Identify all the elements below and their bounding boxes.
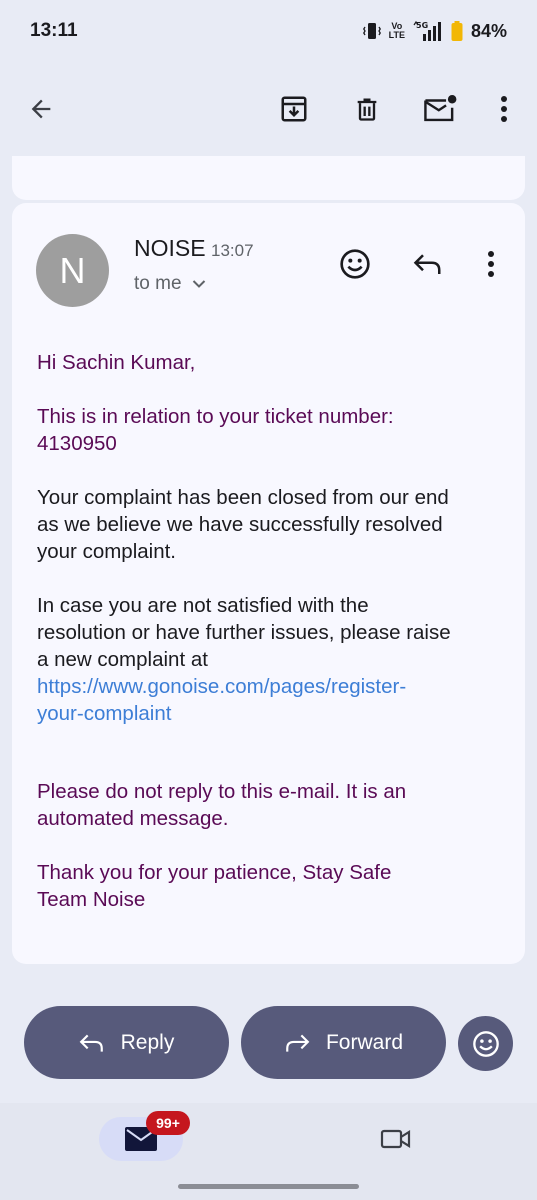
closed-line-3: your complaint. <box>37 540 177 563</box>
complaint-link[interactable]: https://www.gonoise.com/pages/register- … <box>37 673 507 727</box>
archive-button[interactable] <box>270 80 318 138</box>
delete-icon <box>357 98 377 121</box>
chevron-down-icon <box>192 280 205 288</box>
status-icons: Vo LTE 5G 84% <box>362 20 507 42</box>
video-camera-icon <box>380 1129 411 1149</box>
noreply-line-1: Please do not reply to this e-mail. It i… <box>37 780 407 803</box>
avatar[interactable]: N <box>36 234 109 307</box>
ticket-number: 4130950 <box>37 432 117 455</box>
ticket-paragraph: This is in relation to your ticket numbe… <box>37 403 507 457</box>
message-card: N NOISE 13:07 to me Hi Sachin Kumar, Thi… <box>12 203 525 964</box>
svg-text:5G: 5G <box>416 21 428 30</box>
case-line-3: a new complaint at <box>37 648 208 671</box>
signature-line: Team Noise <box>37 888 146 911</box>
more-options-button[interactable] <box>480 80 528 138</box>
signoff-paragraph: Thank you for your patience, Stay Safe T… <box>37 859 507 913</box>
greeting-text: Hi Sachin Kumar, <box>37 351 196 374</box>
battery-icon <box>451 21 463 41</box>
sender-name: NOISE <box>134 235 206 261</box>
recipient-label: to me <box>134 273 182 294</box>
delete-button[interactable] <box>343 80 391 138</box>
noreply-line-2: automated message. <box>37 807 229 830</box>
more-vert-icon <box>501 96 507 122</box>
volte-indicator: Vo LTE <box>388 21 405 40</box>
reply-icon <box>413 254 441 274</box>
gesture-handle <box>178 1184 359 1189</box>
app-bar <box>0 80 537 138</box>
back-arrow-icon <box>31 99 51 119</box>
add-reaction-button[interactable] <box>333 242 377 286</box>
back-button[interactable] <box>17 80 65 138</box>
previous-message-card[interactable] <box>12 156 525 200</box>
unread-count-badge: 99+ <box>146 1111 190 1135</box>
closed-line-1: Your complaint has been closed from our … <box>37 486 449 509</box>
forward-button[interactable]: Forward <box>241 1006 446 1079</box>
archive-icon <box>281 96 307 122</box>
status-bar: 13:11 Vo LTE 5G 84% <box>0 0 537 64</box>
case-line-1: In case you are not satisfied with the <box>37 594 369 617</box>
more-vert-icon <box>488 251 494 277</box>
status-time: 13:11 <box>30 20 78 41</box>
complaint-link-line-2[interactable]: your-complaint <box>37 700 507 727</box>
recipient-details-toggle[interactable]: to me <box>134 273 206 295</box>
forward-icon <box>286 1034 310 1052</box>
signal-icon: 5G <box>413 20 443 42</box>
closed-paragraph: Your complaint has been closed from our … <box>37 484 507 565</box>
new-complaint-paragraph: In case you are not satisfied with the r… <box>37 592 507 727</box>
mark-unread-icon <box>424 95 457 122</box>
react-emoji-button[interactable] <box>458 1016 513 1071</box>
forward-label: Forward <box>325 1030 404 1054</box>
reply-button[interactable]: Reply <box>24 1006 229 1079</box>
closed-line-2: as we believe we have successfully resol… <box>37 513 443 536</box>
case-line-2: resolution or have further issues, pleas… <box>37 621 451 644</box>
reply-icon <box>79 1034 103 1052</box>
reply-icon-button[interactable] <box>406 242 450 286</box>
smiley-icon <box>472 1030 499 1057</box>
smiley-icon <box>340 249 370 279</box>
ticket-line: This is in relation to your ticket numbe… <box>37 405 394 428</box>
reply-label: Reply <box>120 1030 175 1054</box>
nav-meet-tab[interactable] <box>372 1117 420 1161</box>
message-more-button[interactable] <box>469 242 513 286</box>
battery-percent: 84% <box>470 20 507 41</box>
vibrate-icon <box>362 21 381 41</box>
thanks-line: Thank you for your patience, Stay Safe <box>37 861 392 884</box>
mark-unread-button[interactable] <box>416 80 464 138</box>
noreply-paragraph: Please do not reply to this e-mail. It i… <box>37 778 507 832</box>
message-time: 13:07 <box>211 241 254 260</box>
bottom-navigation: 99+ <box>0 1103 537 1200</box>
complaint-link-line-1[interactable]: https://www.gonoise.com/pages/register- <box>37 673 507 700</box>
